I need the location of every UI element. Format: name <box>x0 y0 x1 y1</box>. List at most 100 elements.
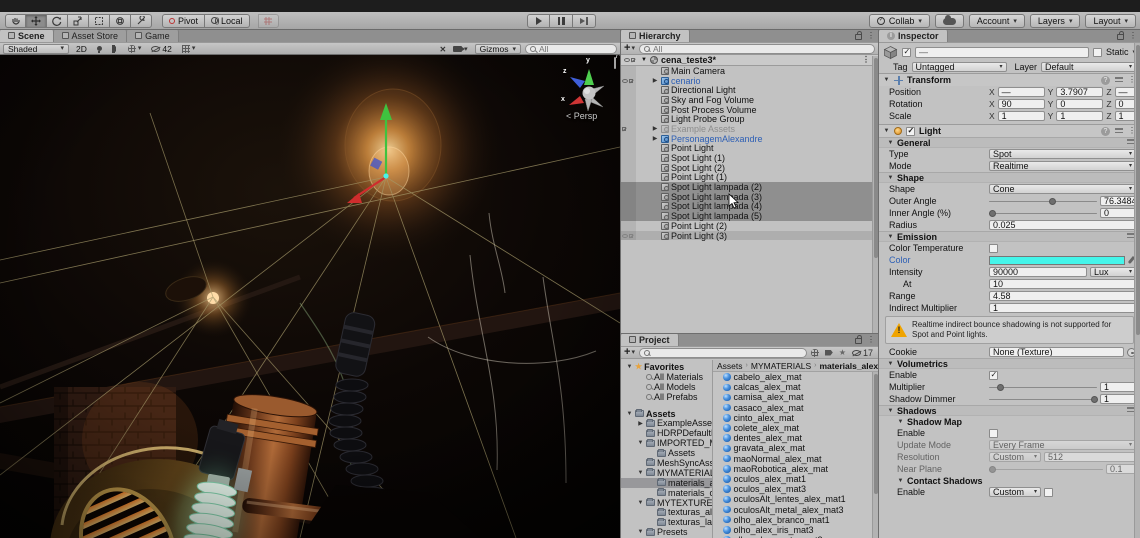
tab-project[interactable]: Project <box>621 334 679 346</box>
indirect-multiplier-field[interactable]: 1 <box>989 303 1136 313</box>
folder-tree-item[interactable]: ▼ Presets <box>621 527 712 537</box>
breadcrumb-assets[interactable]: Assets <box>717 361 743 371</box>
folder-tree-item[interactable]: HDRPDefaultRes <box>621 428 712 438</box>
folder-tree-item[interactable]: texturas_labora <box>621 517 712 527</box>
hierarchy-item[interactable]: ▶ PersonagemAlexandre <box>621 134 878 144</box>
move-tool-button[interactable] <box>26 14 47 28</box>
radius-field[interactable]: 0.025 <box>989 220 1136 230</box>
multiplier-slider[interactable] <box>989 382 1097 392</box>
update-mode-dropdown[interactable]: Every Frame▾ <box>989 440 1136 450</box>
create-button[interactable]: +▾ <box>624 43 635 54</box>
kebab-menu-icon[interactable]: ⋮ <box>867 32 875 40</box>
light-color-swatch[interactable] <box>989 256 1125 265</box>
scene-search-input[interactable] <box>539 44 612 54</box>
outer-angle-slider[interactable] <box>989 196 1097 206</box>
visibility-gutter[interactable] <box>621 85 636 95</box>
pick-icon[interactable] <box>629 79 633 83</box>
help-icon[interactable]: ? <box>1101 76 1110 85</box>
hierarchy-item[interactable]: Spot Light lampada (5) <box>621 211 878 221</box>
visibility-gutter[interactable] <box>621 134 636 144</box>
foldout-arrow[interactable]: ▼ <box>883 77 890 83</box>
help-icon[interactable]: ? <box>1101 127 1110 136</box>
layers-button[interactable]: Layers▾ <box>1030 14 1081 28</box>
range-field[interactable]: 4.58 <box>989 291 1136 301</box>
folder-tree-item[interactable]: ▶ ExampleAssets <box>621 418 712 428</box>
scene-audio-toggle[interactable] <box>109 44 121 54</box>
material-asset-item[interactable]: camisa_alex_mat <box>713 392 878 402</box>
gizmos-dropdown[interactable]: Gizmos▾ <box>475 44 521 54</box>
create-button[interactable]: +▾ <box>624 347 635 358</box>
pick-icon[interactable] <box>629 234 633 238</box>
intensity-field[interactable]: 90000 <box>989 267 1087 277</box>
preset-icon[interactable] <box>1115 128 1123 135</box>
rotate-tool-button[interactable] <box>47 14 68 28</box>
material-asset-item[interactable]: oculosAlt_lentes_alex_mat1 <box>713 494 878 504</box>
grid-snap-button[interactable] <box>258 14 279 28</box>
hierarchy-item[interactable]: Spot Light lampada (4) <box>621 202 878 212</box>
hand-tool-button[interactable] <box>5 14 26 28</box>
visibility-gutter[interactable] <box>621 124 636 134</box>
general-section-header[interactable]: ▼General <box>879 137 1140 148</box>
expand-arrow[interactable]: ▶ <box>651 77 659 84</box>
favorites-filter-icon[interactable]: ★ <box>839 349 846 357</box>
play-button[interactable] <box>527 14 550 28</box>
material-asset-item[interactable]: olho_alex_branco_mat1 <box>713 515 878 525</box>
material-asset-item[interactable]: dentes_alex_mat <box>713 433 878 443</box>
visibility-gutter[interactable] <box>621 114 636 124</box>
rotation-y-field[interactable]: 0 <box>1056 99 1103 109</box>
layer-dropdown[interactable]: Default▾ <box>1041 62 1136 72</box>
visibility-gutter[interactable] <box>621 153 636 163</box>
expand-arrow[interactable]: ▼ <box>637 500 644 506</box>
visibility-gutter[interactable] <box>621 95 636 105</box>
volumetrics-section-header[interactable]: ▼Volumetrics <box>879 358 1140 369</box>
scene-header-row[interactable]: ▼ cena_teste3* ⋮ <box>621 55 878 66</box>
material-asset-item[interactable]: oculosAlt_metal_alex_mat3 <box>713 504 878 514</box>
shadow-dimmer-field[interactable]: 1 <box>1100 394 1136 404</box>
expand-arrow[interactable]: ▼ <box>637 470 644 476</box>
material-asset-item[interactable]: maoNormal_alex_mat <box>713 454 878 464</box>
hierarchy-item[interactable]: Point Light (2) <box>621 221 878 231</box>
hierarchy-item[interactable]: Spot Light lampada (2) <box>621 182 878 192</box>
folder-tree-item[interactable]: All Models <box>621 382 712 392</box>
inspector-scrollbar[interactable] <box>1134 43 1140 538</box>
at-field[interactable]: 10 <box>989 279 1136 289</box>
kebab-menu-icon[interactable]: ⋮ <box>1129 32 1137 40</box>
foldout-arrow[interactable]: ▼ <box>883 128 890 134</box>
label-filter-icon[interactable] <box>825 350 833 356</box>
hierarchy-item[interactable]: Main Camera <box>621 66 878 76</box>
contact-enable-dropdown[interactable]: Custom▾ <box>989 487 1041 497</box>
camera-dropdown[interactable]: ▾ <box>450 44 471 54</box>
transform-component-header[interactable]: ▼ Transform ?⋮ <box>879 73 1140 86</box>
rect-tool-button[interactable] <box>89 14 110 28</box>
material-asset-item[interactable]: olho_alex_iris_mat3 <box>713 525 878 535</box>
visibility-gutter[interactable] <box>621 192 636 202</box>
inner-angle-slider[interactable] <box>989 208 1097 218</box>
shadow-map-subsection-header[interactable]: ▼Shadow Map <box>879 416 1140 427</box>
material-asset-item[interactable]: cinto_alex_mat <box>713 413 878 423</box>
visibility-gutter[interactable] <box>621 173 636 183</box>
view-tab[interactable]: Game <box>127 30 179 42</box>
hierarchy-item[interactable]: ▶ cenario <box>621 76 878 86</box>
folder-tree-item[interactable]: ▼ IMPORTED_MAY. <box>621 438 712 448</box>
material-asset-item[interactable]: oculos_alex_mat1 <box>713 474 878 484</box>
pivot-toggle-button[interactable]: Pivot <box>162 14 205 28</box>
eye-icon[interactable] <box>622 234 628 238</box>
expand-arrow[interactable]: ▼ <box>641 57 647 63</box>
expand-arrow[interactable]: ▼ <box>637 529 644 535</box>
collab-button[interactable]: Collab▾ <box>869 14 930 28</box>
visibility-gutter[interactable] <box>621 163 636 173</box>
expand-arrow[interactable]: ▼ <box>626 411 633 417</box>
gameobject-name-field[interactable] <box>915 47 1089 58</box>
position-y-field[interactable]: 3.7907 <box>1056 87 1103 97</box>
shadow-map-enable-checkbox[interactable] <box>989 429 998 438</box>
shadows-section-header[interactable]: ▼Shadows <box>879 405 1140 416</box>
cookie-field[interactable]: None (Texture) <box>989 347 1124 357</box>
tab-inspector[interactable]: iInspector <box>879 30 948 42</box>
hierarchy-scrollbar[interactable] <box>872 56 878 333</box>
rotation-x-field[interactable]: 90 <box>998 99 1045 109</box>
visibility-gutter[interactable] <box>621 221 636 231</box>
visibility-gutter[interactable] <box>621 144 636 154</box>
folder-tree-item[interactable]: ▼ Assets <box>621 409 712 419</box>
breadcrumb-mymaterials[interactable]: MYMATERIALS <box>751 361 811 371</box>
scale-x-field[interactable]: 1 <box>998 111 1045 121</box>
